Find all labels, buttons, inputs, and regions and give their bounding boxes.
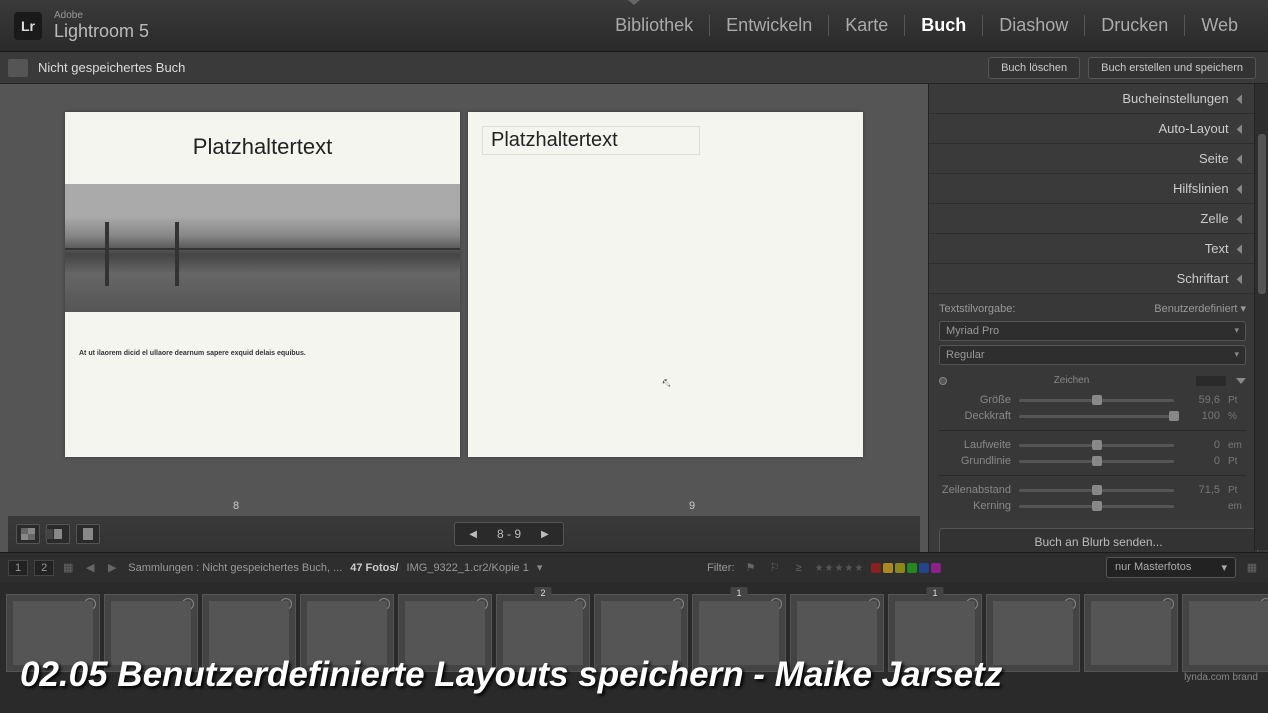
filter-label: Filter: <box>707 562 735 574</box>
right-scrollbar[interactable] <box>1254 84 1268 550</box>
rating-compare-icon[interactable]: ≥ <box>791 560 807 576</box>
font-family-select[interactable]: Myriad Pro <box>939 321 1246 341</box>
panel-header-seite[interactable]: Seite <box>929 144 1256 174</box>
book-title: Nicht gespeichertes Buch <box>38 60 185 75</box>
slider-value-Deckkraft[interactable]: 100 <box>1182 410 1220 422</box>
current-file[interactable]: IMG_9322_1.cr2/Kopie 1 <box>407 562 529 574</box>
slider-Laufweite[interactable] <box>1019 444 1174 447</box>
view-mode-spread-button[interactable] <box>46 524 70 544</box>
module-web[interactable]: Web <box>1185 15 1254 36</box>
slider-unit-Zeilenabstand: Pt <box>1228 485 1246 496</box>
page-number-left: 8 <box>39 500 434 512</box>
panel-header-auto-layout[interactable]: Auto-Layout <box>929 114 1256 144</box>
panel-drag-top[interactable] <box>628 0 640 5</box>
book-stage[interactable]: Platzhaltertext At ut ilaorem dicid el u… <box>0 84 928 552</box>
app-brand: Adobe Lightroom 5 <box>54 10 149 42</box>
slider-label-Deckkraft: Deckkraft <box>939 410 1011 422</box>
video-caption-overlay: 02.05 Benutzerdefinierte Layouts speiche… <box>20 655 1268 695</box>
slider-label-Laufweite: Laufweite <box>939 439 1011 451</box>
page-navigator: ◀ 8 - 9 ▶ <box>454 522 563 546</box>
flag-unpicked-icon[interactable]: ⚐ <box>767 560 783 576</box>
rating-stars[interactable] <box>815 562 864 574</box>
module-picker: BibliothekEntwickelnKarteBuchDiashowDruc… <box>599 15 1254 36</box>
panel-header-bucheinstellungen[interactable]: Bucheinstellungen <box>929 84 1256 114</box>
slider-unit-Kerning: em <box>1228 501 1246 512</box>
page-numbers: 8 9 <box>8 492 920 512</box>
slider-label-Zeilenabstand: Zeilenabstand <box>939 484 1011 496</box>
next-page-button[interactable]: ▶ <box>541 529 549 540</box>
placeholder-title-right[interactable]: Platzhaltertext <box>482 126 700 155</box>
align-radio[interactable] <box>939 377 947 385</box>
module-bibliothek[interactable]: Bibliothek <box>599 15 710 36</box>
photo-count: 47 Fotos/ <box>350 562 398 574</box>
disclosure-icon[interactable] <box>1236 378 1246 384</box>
send-blurb-button[interactable]: Buch an Blurb senden... <box>939 528 1258 552</box>
filter-lock-icon[interactable]: ▦ <box>1244 560 1260 576</box>
nav-back-icon[interactable]: ◀ <box>82 560 98 576</box>
module-diashow[interactable]: Diashow <box>983 15 1085 36</box>
clear-book-button[interactable]: Buch löschen <box>988 57 1080 79</box>
slider-label-Grundlinie: Grundlinie <box>939 455 1011 467</box>
panel-body-schriftart: Textstilvorgabe: Benutzerdefiniert ▾ Myr… <box>929 294 1256 520</box>
filter-preset-select[interactable]: nur Masterfotos▾ <box>1106 557 1236 578</box>
slider-Deckkraft[interactable] <box>1019 415 1174 418</box>
module-drucken[interactable]: Drucken <box>1085 15 1185 36</box>
module-buch[interactable]: Buch <box>905 15 983 36</box>
page-left[interactable]: Platzhaltertext At ut ilaorem dicid el u… <box>65 112 460 457</box>
module-karte[interactable]: Karte <box>829 15 905 36</box>
grid-small-icon[interactable]: ▦ <box>60 560 76 576</box>
panel-header-zelle[interactable]: Zelle <box>929 204 1256 234</box>
prev-page-button[interactable]: ◀ <box>469 529 477 540</box>
textstil-label: Textstilvorgabe: <box>939 303 1015 315</box>
save-book-button[interactable]: Buch erstellen und speichern <box>1088 57 1256 79</box>
cursor-icon: ↖ <box>660 374 671 390</box>
slider-label-Größe: Größe <box>939 394 1011 406</box>
top-bar: Lr Adobe Lightroom 5 BibliothekEntwickel… <box>0 0 1268 52</box>
slider-Grundlinie[interactable] <box>1019 460 1174 463</box>
color-swatch[interactable] <box>1196 376 1226 386</box>
brand-adobe: Adobe <box>54 10 149 21</box>
slider-unit-Deckkraft: % <box>1228 411 1246 422</box>
page-right[interactable]: Platzhaltertext <box>468 112 863 457</box>
stage-toolbar: ◀ 8 - 9 ▶ <box>8 516 920 552</box>
slider-Zeilenabstand[interactable] <box>1019 489 1174 492</box>
zeichen-label: Zeichen <box>957 375 1186 386</box>
slider-Kerning[interactable] <box>1019 505 1174 508</box>
slider-label-Kerning: Kerning <box>939 500 1011 512</box>
slider-value-Laufweite[interactable]: 0 <box>1182 439 1220 451</box>
slider-unit-Laufweite: em <box>1228 440 1246 451</box>
slider-value-Größe[interactable]: 59,6 <box>1182 394 1220 406</box>
right-panel: BucheinstellungenAuto-LayoutSeiteHilfsli… <box>928 84 1268 552</box>
collection-path[interactable]: Sammlungen : Nicht gespeichertes Buch, .… <box>128 562 342 574</box>
secondary-display-2[interactable]: 2 <box>34 560 54 576</box>
slider-value-Grundlinie[interactable]: 0 <box>1182 455 1220 467</box>
color-labels[interactable] <box>871 563 941 573</box>
nav-forward-icon[interactable]: ▶ <box>104 560 120 576</box>
slider-value-Zeilenabstand[interactable]: 71,5 <box>1182 484 1220 496</box>
photo-cell-bridge[interactable] <box>65 184 460 312</box>
view-mode-single-button[interactable] <box>76 524 100 544</box>
app-logo: Lr <box>14 12 42 40</box>
panel-header-schriftart[interactable]: Schriftart <box>929 264 1256 294</box>
slider-unit-Grundlinie: Pt <box>1228 456 1246 467</box>
slider-Größe[interactable] <box>1019 399 1174 402</box>
page-indicator: 8 - 9 <box>497 527 521 541</box>
secondary-display-1[interactable]: 1 <box>8 560 28 576</box>
caption-text[interactable]: At ut ilaorem dicid el ullaore dearnum s… <box>79 350 446 357</box>
panel-header-hilfslinien[interactable]: Hilfslinien <box>929 174 1256 204</box>
slider-unit-Größe: Pt <box>1228 395 1246 406</box>
page-number-right: 9 <box>495 500 890 512</box>
textstil-value[interactable]: Benutzerdefiniert ▾ <box>1154 302 1246 315</box>
view-mode-grid-button[interactable] <box>16 524 40 544</box>
font-weight-select[interactable]: Regular <box>939 345 1246 365</box>
filter-bar: 1 2 ▦ ◀ ▶ Sammlungen : Nicht gespeichert… <box>0 552 1268 582</box>
flag-picked-icon[interactable]: ⚑ <box>743 560 759 576</box>
brand-name: Lightroom 5 <box>54 21 149 41</box>
panel-header-text[interactable]: Text <box>929 234 1256 264</box>
book-icon <box>8 59 28 77</box>
book-sub-bar: Nicht gespeichertes Buch Buch löschen Bu… <box>0 52 1268 84</box>
placeholder-title-left[interactable]: Platzhaltertext <box>79 134 446 160</box>
module-entwickeln[interactable]: Entwickeln <box>710 15 829 36</box>
